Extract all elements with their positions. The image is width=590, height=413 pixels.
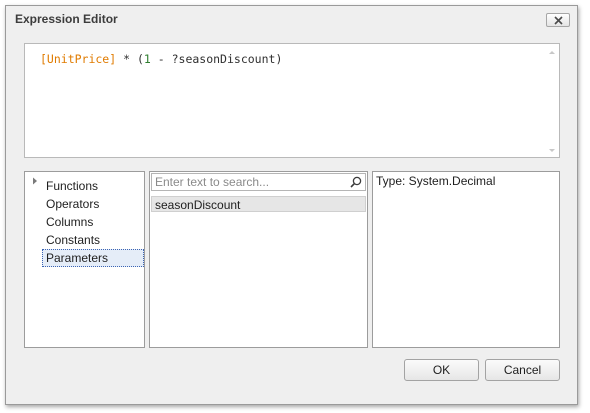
category-item-operators[interactable]: Operators	[42, 195, 144, 213]
category-item-parameters[interactable]: Parameters	[42, 249, 144, 267]
search-box[interactable]	[151, 173, 366, 191]
list-item-season-discount[interactable]: seasonDiscount	[151, 196, 366, 212]
expression-parameter-token: ?seasonDiscount	[171, 52, 276, 66]
expression-paren-token: )	[275, 52, 283, 66]
dialog-title: Expression Editor	[15, 12, 118, 26]
expression-text-area[interactable]: [UnitPrice] * (1 - ?seasonDiscount)	[24, 43, 560, 158]
category-item-constants[interactable]: Constants	[42, 231, 144, 249]
cancel-button[interactable]: Cancel	[485, 359, 560, 381]
expression-editor-dialog: Expression Editor [UnitPrice] * (1 - ?se…	[5, 5, 578, 405]
expression-text[interactable]: [UnitPrice] * (1 - ?seasonDiscount)	[40, 52, 282, 66]
expression-operator-token: -	[150, 52, 172, 66]
category-item-functions[interactable]: Functions	[42, 177, 144, 195]
scroll-up-icon[interactable]	[547, 48, 557, 56]
ok-button[interactable]: OK	[404, 359, 479, 381]
expression-number-token: 1	[143, 52, 151, 66]
category-tree: Functions Operators Columns Constants Pa…	[24, 171, 145, 348]
type-description: Type: System.Decimal	[376, 174, 496, 188]
title-bar[interactable]: Expression Editor	[6, 6, 577, 32]
expression-operator-token: * (	[116, 52, 144, 66]
description-panel: Type: System.Decimal	[372, 171, 560, 348]
items-panel: seasonDiscount	[149, 171, 368, 348]
category-item-columns[interactable]: Columns	[42, 213, 144, 231]
expand-arrow-icon[interactable]	[32, 177, 38, 185]
search-icon[interactable]	[350, 176, 362, 188]
close-button[interactable]	[546, 13, 570, 27]
search-input[interactable]	[152, 174, 345, 190]
expression-field-token: [UnitPrice]	[40, 52, 117, 66]
close-icon	[554, 16, 563, 25]
scroll-down-icon[interactable]	[547, 147, 557, 155]
